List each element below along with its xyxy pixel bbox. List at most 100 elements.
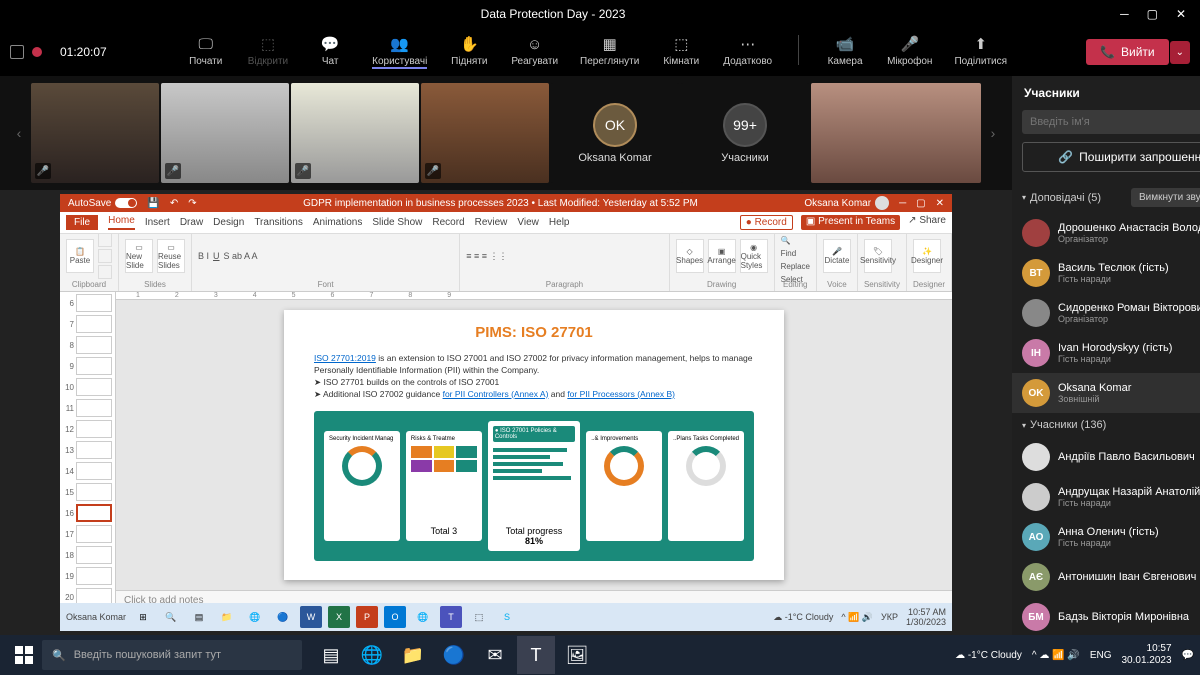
rooms-button[interactable]: ⬚Кімнати <box>661 35 701 69</box>
leave-dropdown[interactable]: ⌄ <box>1170 41 1190 64</box>
taskview-icon[interactable]: ▤ <box>188 606 210 628</box>
explorer-button[interactable]: 📁 <box>394 636 432 674</box>
video-tile[interactable]: 🎤 <box>291 83 419 183</box>
tab-draw[interactable]: Draw <box>180 217 203 228</box>
raise-hand-button[interactable]: ✋Підняти <box>449 35 489 69</box>
slide-canvas[interactable]: PIMS: ISO 27701 ISO 27701:2019 is an ext… <box>284 310 784 580</box>
participant-row[interactable]: БМБадзь Вікторія Миронівна🔇 <box>1012 597 1200 635</box>
edge-icon[interactable]: 🌐 <box>244 606 266 628</box>
tab-review[interactable]: Review <box>475 217 508 228</box>
maximize-button[interactable]: ▢ <box>1147 7 1158 21</box>
tab-help[interactable]: Help <box>549 217 570 228</box>
tab-view[interactable]: View <box>517 217 539 228</box>
search-icon[interactable]: 🔍 <box>160 606 182 628</box>
dictate-button[interactable]: 🎤Dictate <box>823 239 851 273</box>
explorer-icon[interactable]: 📁 <box>216 606 238 628</box>
redo-icon[interactable]: ↷ <box>188 198 196 209</box>
participant-row[interactable]: АОАнна Оленич (гість)Гість наради🔇 <box>1012 517 1200 557</box>
slide-thumbnails[interactable]: 6789101112131415161718192021 <box>60 292 116 603</box>
teams-icon[interactable]: T <box>440 606 462 628</box>
presenters-header[interactable]: ▾ Доповідачі (5) Вимкнути звук для ... <box>1012 182 1200 213</box>
ppt-minimize[interactable]: ─ <box>899 198 906 209</box>
notifications-button[interactable]: 💬 <box>1182 650 1194 661</box>
gallery-next[interactable]: › <box>982 125 1004 141</box>
designer-button[interactable]: ✨Designer <box>913 239 941 273</box>
slide-thumb[interactable]: 16 <box>62 504 113 522</box>
more-button[interactable]: ⋯Додатково <box>723 35 772 69</box>
mute-all-button[interactable]: Вимкнути звук для ... <box>1131 188 1200 207</box>
save-icon[interactable]: 💾 <box>147 198 159 209</box>
tab-slideshow[interactable]: Slide Show <box>372 217 422 228</box>
teams-button[interactable]: T <box>517 636 555 674</box>
chrome-icon[interactable]: 🔵 <box>272 606 294 628</box>
new-slide-button[interactable]: ▭New Slide <box>125 239 153 273</box>
slide-thumb[interactable]: 19 <box>62 567 113 585</box>
shapes-button[interactable]: ◇Shapes <box>676 239 704 273</box>
autosave-toggle[interactable] <box>115 198 137 208</box>
tab-record[interactable]: Record <box>432 217 464 228</box>
mail-button[interactable]: ✉ <box>476 636 514 674</box>
participant-row[interactable]: IHIvan Horodyskyy (гість)Гість наради🔇 <box>1012 333 1200 373</box>
edge-button[interactable]: 🌐 <box>353 636 391 674</box>
tab-insert[interactable]: Insert <box>145 217 170 228</box>
participant-search[interactable]: 🔍 <box>1022 110 1200 134</box>
participant-row[interactable]: OKOksana KomarЗовнішній🎤 <box>1012 373 1200 413</box>
tray-icons[interactable]: ^ ☁ 📶 🔊 <box>1032 650 1080 661</box>
overflow-tile[interactable]: 99+ Учасники <box>681 83 809 183</box>
view-button[interactable]: ▦Переглянути <box>580 35 639 69</box>
copy-icon[interactable] <box>98 249 112 263</box>
minimize-button[interactable]: ─ <box>1120 7 1129 21</box>
video-tile[interactable]: 🎤 <box>31 83 159 183</box>
sensitivity-button[interactable]: 🏷Sensitivity <box>864 239 892 273</box>
weather[interactable]: ☁ -1°C Cloudy <box>773 612 833 623</box>
participant-row[interactable]: Сидоренко Роман ВікторовичОрганізатор🔇 <box>1012 293 1200 333</box>
undo-icon[interactable]: ↶ <box>170 198 178 209</box>
search-input[interactable] <box>1030 116 1200 128</box>
tab-transitions[interactable]: Transitions <box>254 217 303 228</box>
react-button[interactable]: ☺Реагувати <box>511 35 558 69</box>
app-icon[interactable]: ⬚ <box>468 606 490 628</box>
record-button[interactable]: ● Record <box>740 215 793 230</box>
paste-button[interactable]: 📋Paste <box>66 239 94 273</box>
quick-styles-button[interactable]: ◉Quick Styles <box>740 239 768 273</box>
slide-thumb[interactable]: 14 <box>62 462 113 480</box>
share-button[interactable]: ⬆Поділитися <box>954 35 1007 69</box>
outlook-icon[interactable]: O <box>384 606 406 628</box>
participant-row[interactable]: Дорошенко Анастасія Володим...Організато… <box>1012 213 1200 253</box>
slide-thumb[interactable]: 12 <box>62 420 113 438</box>
powerpoint-icon[interactable]: P <box>356 606 378 628</box>
gallery-prev[interactable]: ‹ <box>8 125 30 141</box>
mic-button[interactable]: 🎤Мікрофон <box>887 35 932 69</box>
cut-icon[interactable] <box>98 233 112 247</box>
tab-animations[interactable]: Animations <box>313 217 362 228</box>
people-button[interactable]: 👥Користувачі <box>372 35 427 69</box>
start-icon[interactable]: ⊞ <box>132 606 154 628</box>
slide-thumb[interactable]: 6 <box>62 294 113 312</box>
share-screen-button[interactable]: 🖵Почати <box>186 35 226 69</box>
link[interactable]: for PII Processors (Annex B) <box>567 389 675 399</box>
video-tile[interactable]: 🎤 <box>421 83 549 183</box>
excel-icon[interactable]: X <box>328 606 350 628</box>
share-invite-button[interactable]: 🔗Поширити запрошення <box>1022 142 1200 172</box>
tab-home[interactable]: Home <box>108 215 135 230</box>
video-tile[interactable] <box>811 83 981 183</box>
ppt-close[interactable]: ✕ <box>936 198 944 209</box>
format-painter-icon[interactable] <box>98 265 112 279</box>
photos-button[interactable]: 🖼 <box>558 636 596 674</box>
link[interactable]: for PII Controllers (Annex A) <box>443 389 549 399</box>
slide-thumb[interactable]: 18 <box>62 546 113 564</box>
notes-pane[interactable]: Click to add notes <box>116 590 952 603</box>
slide-thumb[interactable]: 15 <box>62 483 113 501</box>
clock[interactable]: 10:5730.01.2023 <box>1121 643 1171 667</box>
slide-thumb[interactable]: 10 <box>62 378 113 396</box>
slide-thumb[interactable]: 8 <box>62 336 113 354</box>
present-teams-button[interactable]: ▣ Present in Teams <box>801 215 900 230</box>
participant-row[interactable]: Андріїв Павло Васильович🔇 <box>1012 437 1200 477</box>
arrange-button[interactable]: ▣Arrange <box>708 239 736 273</box>
camera-button[interactable]: 📹Камера <box>825 35 865 69</box>
slide-thumb[interactable]: 17 <box>62 525 113 543</box>
chat-button[interactable]: 💬Чат <box>310 35 350 69</box>
avatar[interactable] <box>875 196 889 210</box>
tab-file[interactable]: File <box>66 215 98 230</box>
close-button[interactable]: ✕ <box>1176 7 1186 21</box>
